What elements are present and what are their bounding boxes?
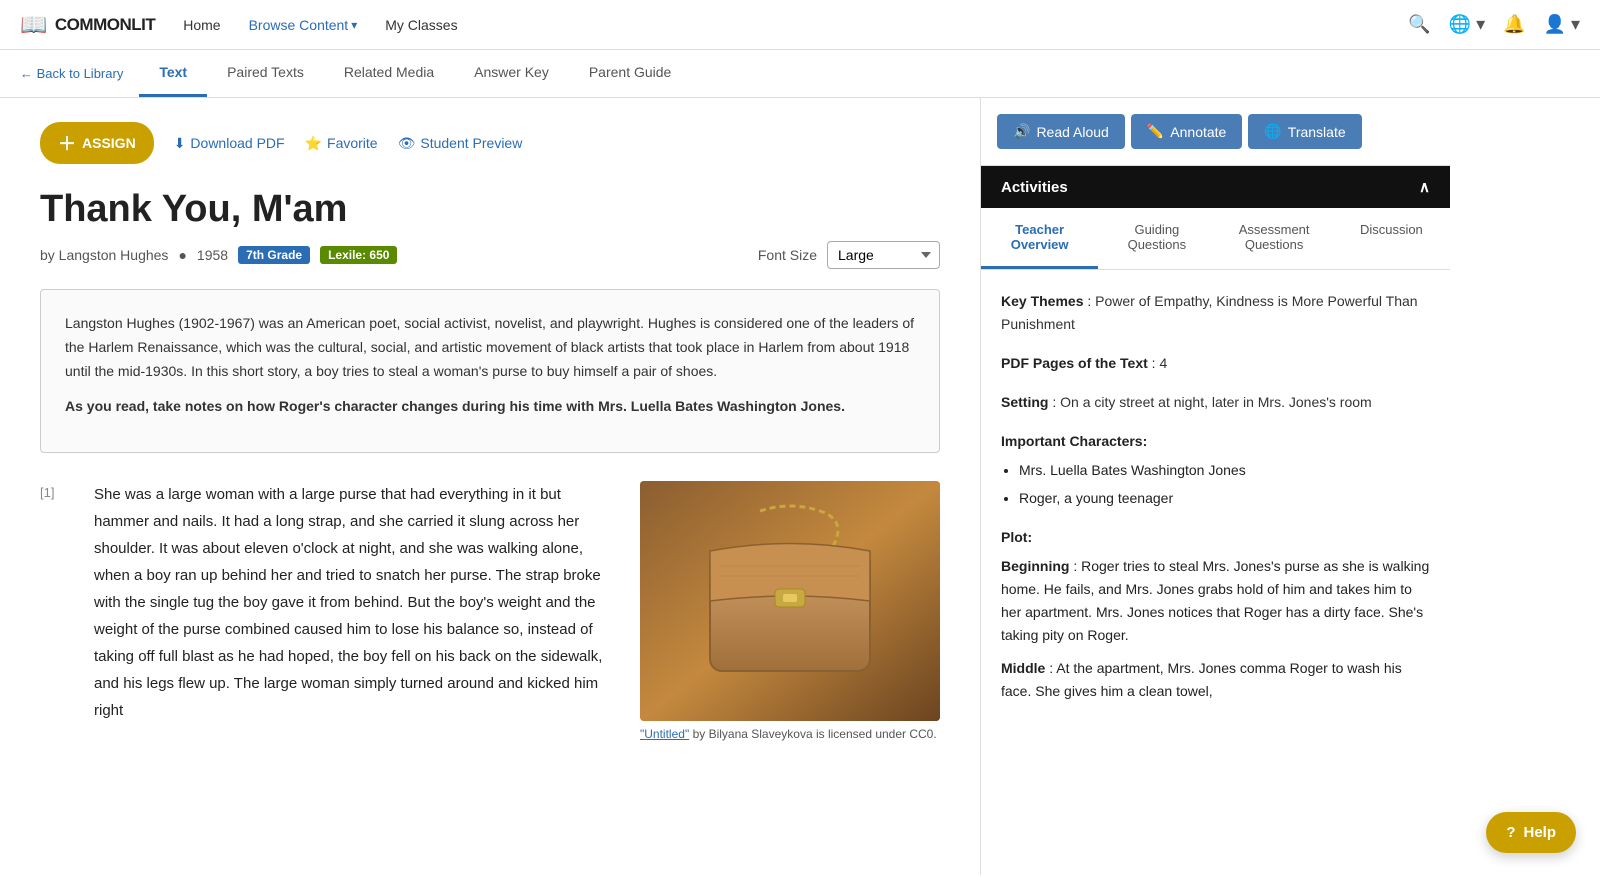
font-size-label: Font Size (758, 247, 817, 263)
purse-svg (640, 481, 940, 721)
nav-my-classes[interactable]: My Classes (385, 17, 457, 33)
star-icon: ⭐ (305, 135, 322, 152)
activities-header: Activities ∧ (981, 166, 1450, 208)
plot-beginning: Beginning : Roger tries to steal Mrs. Jo… (1001, 555, 1430, 647)
tab-answer-key[interactable]: Answer Key (454, 50, 569, 97)
lexile-badge: Lexile: 650 (320, 246, 397, 264)
tab-text[interactable]: Text (139, 50, 207, 97)
translate-button[interactable]: 🌐 Translate (1248, 114, 1361, 149)
act-tab-guiding-questions[interactable]: Guiding Questions (1098, 208, 1215, 269)
setting-colon: : (1052, 394, 1060, 410)
text-year: 1958 (197, 247, 228, 263)
story-image (640, 481, 940, 721)
page-layout: ＋ ASSIGN ⬇ Download PDF ⭐ Favorite 👁 Stu… (0, 98, 1600, 875)
image-caption-text: by Bilyana Slaveykova is licensed under … (693, 727, 937, 741)
student-preview-link[interactable]: 👁 Student Preview (398, 135, 523, 152)
download-pdf-link[interactable]: ⬇ Download PDF (174, 135, 285, 152)
middle-label: Middle (1001, 660, 1045, 676)
speaker-icon: 🔊 (1013, 123, 1030, 140)
help-button[interactable]: ? Help (1486, 812, 1576, 853)
characters-field: Important Characters: Mrs. Luella Bates … (1001, 430, 1430, 509)
pdf-pages-value: 4 (1159, 355, 1167, 371)
character-item-1: Mrs. Luella Bates Washington Jones (1019, 459, 1430, 482)
text-author: by Langston Hughes (40, 247, 168, 263)
annotate-button[interactable]: ✏️ Annotate (1131, 114, 1243, 149)
act-tab-assessment-questions[interactable]: Assessment Questions (1216, 208, 1333, 269)
bell-icon[interactable]: 🔔 (1503, 14, 1525, 35)
logo-icon: 📖 (20, 12, 47, 38)
paragraph-number: [1] (40, 481, 70, 500)
assign-button[interactable]: ＋ ASSIGN (40, 122, 154, 164)
setting-value: On a city street at night, later in Mrs.… (1060, 394, 1372, 410)
pdf-pages-label: PDF Pages of the Text (1001, 355, 1148, 371)
chevron-up-icon[interactable]: ∧ (1419, 178, 1430, 196)
image-caption-link[interactable]: "Untitled" (640, 727, 689, 741)
content-toolbar: ＋ ASSIGN ⬇ Download PDF ⭐ Favorite 👁 Stu… (40, 122, 940, 164)
download-icon: ⬇ (174, 135, 186, 152)
read-aloud-button[interactable]: 🔊 Read Aloud (997, 114, 1125, 149)
search-icon[interactable]: 🔍 (1408, 14, 1430, 35)
activities-title: Activities (1001, 179, 1068, 196)
right-panel: 🔊 Read Aloud ✏️ Annotate 🌐 Translate Act… (980, 98, 1450, 875)
beginning-colon: : (1073, 558, 1081, 574)
nav-icon-group: 🔍 🌐 ▾ 🔔 👤 ▾ (1408, 14, 1580, 35)
pencil-icon: ✏️ (1147, 123, 1164, 140)
reading-prompt: As you read, take notes on how Roger's c… (65, 395, 915, 417)
user-icon[interactable]: 👤 ▾ (1544, 14, 1580, 35)
tab-parent-guide[interactable]: Parent Guide (569, 50, 692, 97)
plot-middle: Middle : At the apartment, Mrs. Jones co… (1001, 657, 1430, 703)
help-icon: ? (1506, 824, 1515, 841)
activities-tabs: Teacher Overview Guiding Questions Asses… (981, 208, 1450, 270)
characters-list: Mrs. Luella Bates Washington Jones Roger… (1001, 459, 1430, 509)
favorite-link[interactable]: ⭐ Favorite (305, 135, 378, 152)
tab-paired-texts[interactable]: Paired Texts (207, 50, 324, 97)
logo[interactable]: 📖 COMMONLIT (20, 12, 155, 38)
main-content: ＋ ASSIGN ⬇ Download PDF ⭐ Favorite 👁 Stu… (0, 98, 980, 875)
sidebar-content: Key Themes : Power of Empathy, Kindness … (981, 270, 1450, 739)
paragraph-text: She was a large woman with a large purse… (94, 481, 620, 724)
character-item-2: Roger, a young teenager (1019, 487, 1430, 510)
image-placeholder (640, 481, 940, 721)
navigation: 📖 COMMONLIT Home Browse Content ▾ My Cla… (0, 0, 1600, 50)
plot-field: Plot: Beginning : Roger tries to steal M… (1001, 526, 1430, 704)
key-themes-field: Key Themes : Power of Empathy, Kindness … (1001, 290, 1430, 336)
tab-related-media[interactable]: Related Media (324, 50, 454, 97)
text-image-block: She was a large woman with a large purse… (94, 481, 940, 741)
setting-label: Setting (1001, 394, 1048, 410)
tabs-bar: ← Back to Library Text Paired Texts Rela… (0, 50, 1600, 98)
key-themes-colon: : (1087, 293, 1095, 309)
globe-tool-icon: 🌐 (1264, 123, 1281, 140)
nav-browse-content[interactable]: Browse Content ▾ (249, 17, 358, 33)
eye-icon: 👁 (398, 135, 416, 152)
plot-label: Plot: (1001, 526, 1430, 549)
globe-icon[interactable]: 🌐 ▾ (1449, 14, 1485, 35)
logo-text: COMMONLIT (55, 15, 155, 35)
image-caption: "Untitled" by Bilyana Slaveykova is lice… (640, 727, 940, 741)
plus-icon: ＋ (58, 130, 76, 156)
meta-dot: ● (178, 247, 186, 263)
text-title: Thank You, M'am (40, 188, 940, 231)
nav-home[interactable]: Home (183, 17, 220, 33)
pdf-pages-field: PDF Pages of the Text : 4 (1001, 352, 1430, 375)
beginning-label: Beginning (1001, 558, 1069, 574)
text-meta: by Langston Hughes ● 1958 7th Grade Lexi… (40, 241, 940, 269)
tool-buttons: 🔊 Read Aloud ✏️ Annotate 🌐 Translate (981, 98, 1450, 166)
middle-value: At the apartment, Mrs. Jones comma Roger… (1001, 660, 1402, 699)
text-content-block: [1] She was a large woman with a large p… (40, 481, 940, 741)
intro-bio: Langston Hughes (1902-1967) was an Ameri… (65, 312, 915, 383)
key-themes-label: Key Themes (1001, 293, 1083, 309)
back-to-library-link[interactable]: ← Back to Library (20, 66, 123, 81)
font-size-select[interactable]: Small Medium Large Extra Large (827, 241, 940, 269)
dropdown-chevron-icon: ▾ (351, 18, 357, 32)
characters-label: Important Characters: (1001, 430, 1430, 453)
setting-field: Setting : On a city street at night, lat… (1001, 391, 1430, 414)
act-tab-discussion[interactable]: Discussion (1333, 208, 1450, 269)
font-size-control: Font Size Small Medium Large Extra Large (758, 241, 940, 269)
act-tab-teacher-overview[interactable]: Teacher Overview (981, 208, 1098, 269)
grade-badge: 7th Grade (238, 246, 310, 264)
intro-box: Langston Hughes (1902-1967) was an Ameri… (40, 289, 940, 453)
